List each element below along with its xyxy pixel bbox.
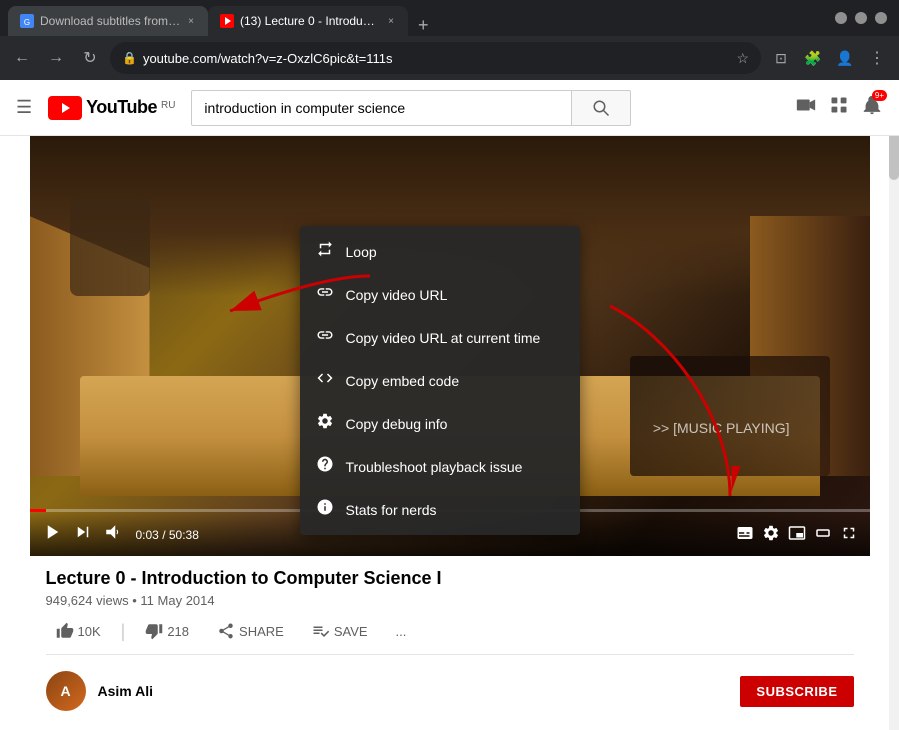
more-button[interactable]: ⋮: [863, 44, 891, 72]
tab-youtube[interactable]: (13) Lecture 0 - Introduction to C ×: [208, 6, 408, 36]
loop-label: Loop: [346, 244, 377, 260]
more-actions-button[interactable]: ...: [386, 618, 417, 645]
tabs-bar: G Download subtitles from YouTub × (13) …: [8, 0, 831, 36]
copy-debug-label: Copy debug info: [346, 416, 448, 432]
miniplayer-button[interactable]: [788, 524, 806, 545]
tab2-close[interactable]: ×: [386, 14, 396, 29]
header-actions: 9+: [795, 94, 883, 122]
scrollbar-track[interactable]: [889, 80, 899, 730]
share-button[interactable]: SHARE: [207, 616, 294, 646]
copy-embed-label: Copy embed code: [346, 373, 460, 389]
cast-button[interactable]: ⊡: [767, 44, 795, 72]
tab-subtitles[interactable]: G Download subtitles from YouTub ×: [8, 6, 208, 36]
next-button[interactable]: [72, 521, 94, 548]
search-input[interactable]: [191, 90, 571, 126]
subtitles-button[interactable]: [736, 524, 754, 545]
new-tab-button[interactable]: +: [412, 15, 435, 36]
red-arrow-settings: [590, 296, 790, 516]
search-bar: [191, 90, 631, 126]
troubleshoot-icon: [316, 455, 334, 478]
youtube-logo-icon: [48, 96, 82, 120]
address-bar[interactable]: 🔒 youtube.com/watch?v=z-OxzlC6pic&t=111s…: [110, 42, 761, 74]
context-menu-stats[interactable]: Stats for nerds: [300, 488, 580, 531]
context-menu-copy-debug[interactable]: Copy debug info: [300, 402, 580, 445]
play-button[interactable]: [42, 521, 64, 548]
stats-icon: [316, 498, 334, 521]
notifications-button[interactable]: 9+: [861, 94, 883, 122]
view-count: 949,624 views: [46, 593, 129, 608]
progress-fill: [30, 509, 47, 512]
youtube-header: ☰ YouTube RU: [0, 80, 899, 136]
video-actions: 10K | 218 SHARE: [46, 616, 854, 655]
troubleshoot-label: Troubleshoot playback issue: [346, 459, 523, 475]
context-menu-copy-embed[interactable]: Copy embed code: [300, 359, 580, 402]
channel-avatar[interactable]: A: [46, 671, 86, 711]
share-label: SHARE: [239, 624, 284, 639]
browser-toolbar: ← → ↻ 🔒 youtube.com/watch?v=z-OxzlC6pic&…: [0, 36, 899, 80]
youtube-logo-superscript: RU: [161, 100, 175, 111]
right-controls: [736, 524, 858, 545]
time-display: 0:03 / 50:38: [136, 528, 199, 542]
stats-label: Stats for nerds: [346, 502, 437, 518]
action-divider: |: [121, 621, 126, 642]
tab1-favicon: G: [20, 14, 34, 28]
channel-name[interactable]: Asim Ali: [98, 683, 154, 699]
back-button[interactable]: ←: [8, 44, 36, 72]
video-info: Lecture 0 - Introduction to Computer Sci…: [30, 556, 870, 659]
browser-titlebar: G Download subtitles from YouTub × (13) …: [0, 0, 899, 36]
channel-row: A Asim Ali SUBSCRIBE: [30, 659, 870, 711]
like-count: 10K: [78, 624, 101, 639]
subscribe-button[interactable]: SUBSCRIBE: [740, 676, 853, 707]
dislike-button[interactable]: 218: [135, 616, 199, 646]
publish-date: 11 May 2014: [140, 593, 214, 608]
left-structure: [70, 196, 150, 296]
maximize-button[interactable]: [855, 12, 867, 24]
search-button[interactable]: [571, 90, 631, 126]
video-title: Lecture 0 - Introduction to Computer Sci…: [46, 568, 854, 589]
context-menu-troubleshoot[interactable]: Troubleshoot playback issue: [300, 445, 580, 488]
bookmark-icon: ☆: [736, 50, 749, 67]
fullscreen-button[interactable]: [840, 524, 858, 545]
copy-embed-icon: [316, 369, 334, 392]
loop-icon: [316, 240, 334, 263]
hamburger-menu-icon[interactable]: ☰: [16, 97, 32, 118]
close-button[interactable]: [875, 12, 887, 24]
youtube-logo[interactable]: YouTube RU: [48, 96, 175, 120]
volume-button[interactable]: [102, 521, 124, 548]
save-label: SAVE: [334, 624, 368, 639]
browser-chrome: G Download subtitles from YouTub × (13) …: [0, 0, 899, 80]
minimize-button[interactable]: [835, 12, 847, 24]
time-separator: /: [162, 528, 169, 542]
create-video-button[interactable]: [795, 94, 817, 122]
youtube-logo-text: YouTube: [86, 97, 157, 118]
profile-button[interactable]: 👤: [831, 44, 859, 72]
window-controls: [835, 12, 887, 24]
extensions-button[interactable]: 🧩: [799, 44, 827, 72]
video-area: >> [MUSIC PLAYING] Loop: [30, 136, 870, 711]
theater-mode-button[interactable]: [814, 524, 832, 545]
tab2-favicon: [220, 14, 234, 28]
toolbar-actions: ⊡ 🧩 👤 ⋮: [767, 44, 891, 72]
tab1-close[interactable]: ×: [186, 14, 196, 29]
forward-button[interactable]: →: [42, 44, 70, 72]
like-button[interactable]: 10K: [46, 616, 111, 646]
settings-button[interactable]: [762, 524, 780, 545]
video-meta: 949,624 views • 11 May 2014: [46, 593, 854, 608]
svg-text:G: G: [24, 18, 30, 27]
youtube-page: ☰ YouTube RU: [0, 80, 899, 730]
address-text: youtube.com/watch?v=z-OxzlC6pic&t=111s: [143, 51, 730, 66]
tab2-title: (13) Lecture 0 - Introduction to C: [240, 14, 380, 28]
save-button[interactable]: SAVE: [302, 616, 378, 646]
notification-badge: 9+: [872, 90, 887, 101]
apps-button[interactable]: [829, 95, 849, 121]
lock-icon: 🔒: [122, 51, 137, 65]
total-time: 50:38: [169, 528, 199, 542]
tab1-title: Download subtitles from YouTub: [40, 14, 180, 28]
dislike-count: 218: [167, 624, 189, 639]
refresh-button[interactable]: ↻: [76, 44, 104, 72]
copy-debug-icon: [316, 412, 334, 435]
red-arrow-copy-url: [210, 266, 390, 346]
current-time: 0:03: [136, 528, 159, 542]
video-player[interactable]: >> [MUSIC PLAYING] Loop: [30, 136, 870, 556]
